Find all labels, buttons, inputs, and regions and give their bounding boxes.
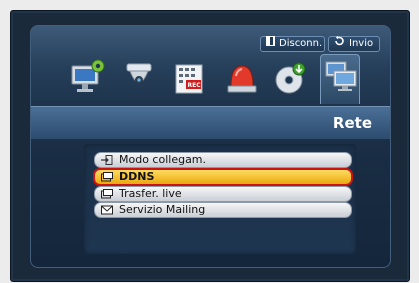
dvr-screen: Disconn. Invio REC Rete Modo collegam. D… — [30, 25, 391, 268]
disconnect-label: Disconn. — [279, 38, 323, 49]
menu-item-connection-mode[interactable]: Modo collegam. — [94, 152, 352, 168]
dome-camera-icon[interactable] — [119, 56, 159, 100]
svg-text:REC: REC — [188, 82, 202, 89]
menu-item-ddns[interactable]: DDNS — [93, 168, 353, 186]
disc-backup-icon[interactable] — [271, 56, 311, 100]
recording-icon[interactable]: REC — [169, 56, 209, 100]
menu-item-label: Servizio Mailing — [119, 203, 206, 216]
exit-label: Invio — [349, 38, 374, 49]
disconnect-button[interactable]: Disconn. — [260, 36, 325, 52]
ddns-icon — [101, 172, 113, 182]
live-transfer-icon — [101, 189, 113, 199]
menu-item-label: Modo collegam. — [119, 153, 207, 166]
return-icon — [334, 35, 345, 52]
menu-item-label: Trasfer. live — [119, 187, 182, 200]
monitor-settings-icon[interactable] — [68, 56, 108, 100]
network-menu-panel: Modo collegam. DDNS Trasfer. live Serviz… — [84, 144, 356, 254]
page-title: Rete — [332, 114, 372, 132]
disconnect-icon — [266, 36, 275, 52]
network-icon[interactable] — [320, 54, 360, 104]
menu-item-label: DDNS — [119, 170, 155, 183]
mail-icon — [101, 205, 113, 215]
section-header: Rete — [31, 106, 390, 140]
menu-item-live-transfer[interactable]: Trasfer. live — [94, 186, 352, 202]
exit-button[interactable]: Invio — [328, 35, 380, 52]
alarm-siren-icon[interactable] — [222, 56, 262, 100]
main-toolbar: REC — [31, 54, 390, 110]
connection-mode-icon — [101, 155, 113, 165]
menu-item-mailing-service[interactable]: Servizio Mailing — [94, 202, 352, 218]
